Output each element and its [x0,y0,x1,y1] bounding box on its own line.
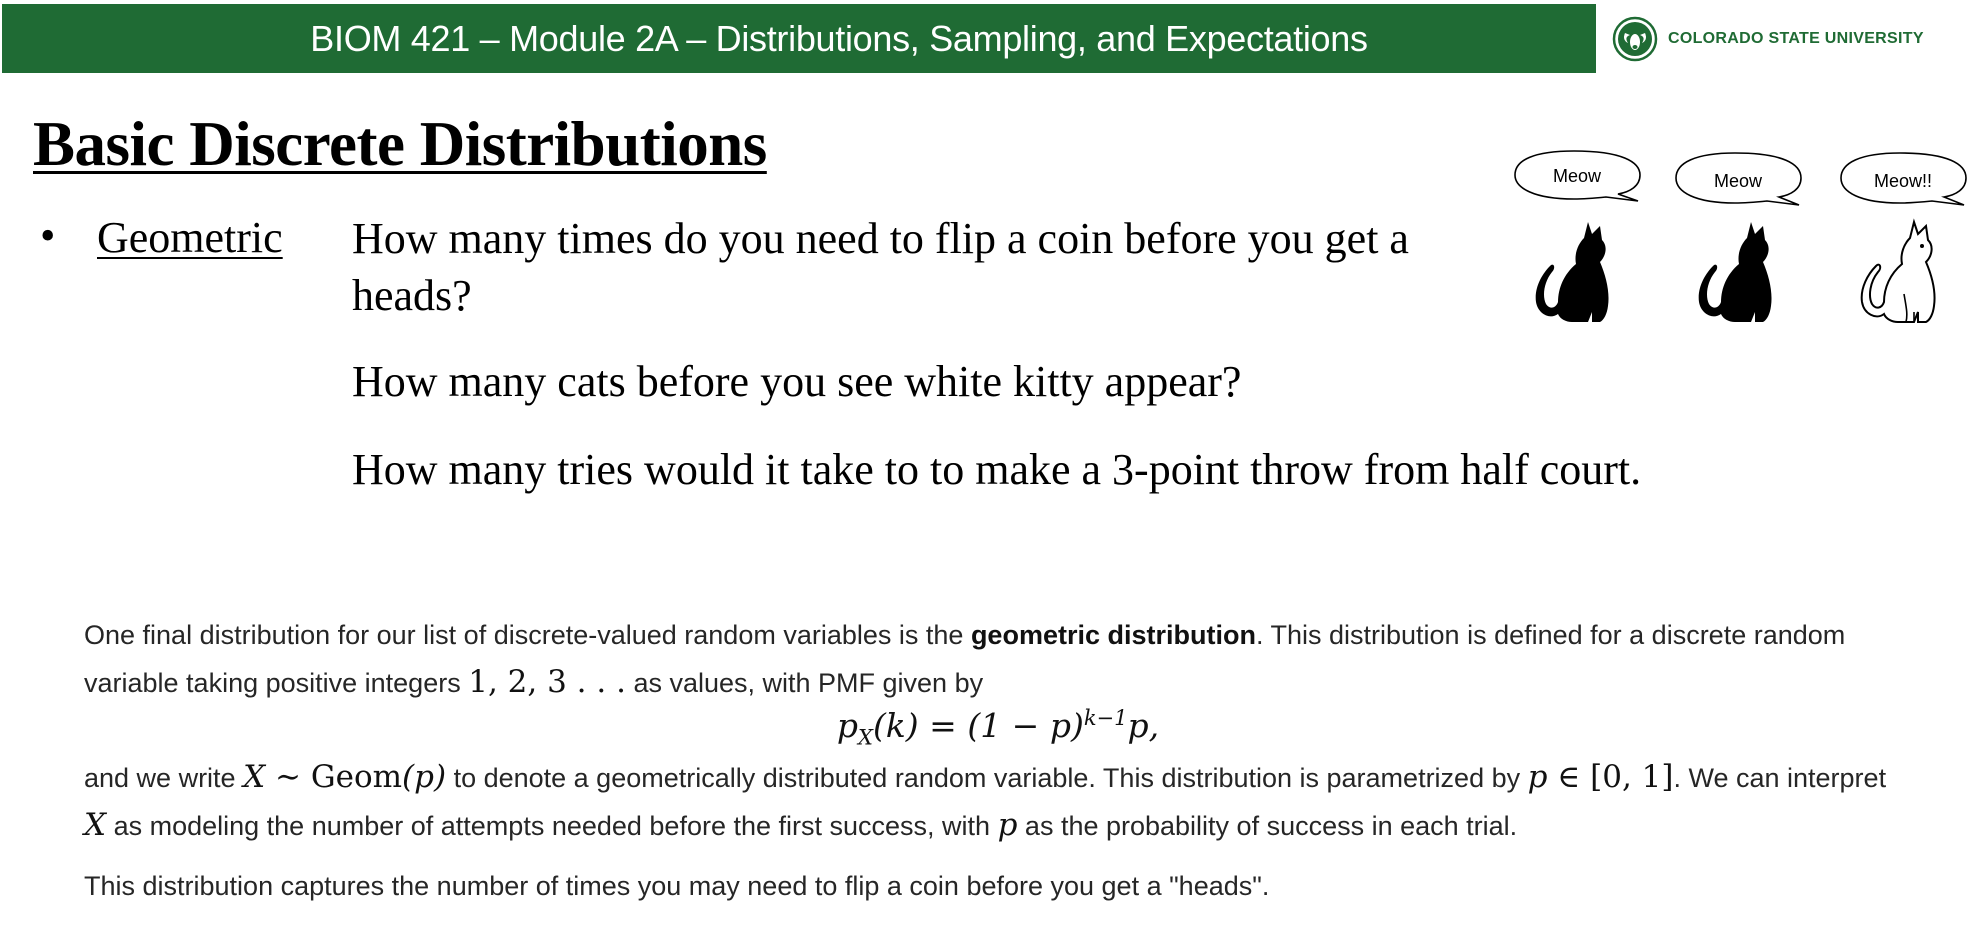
black-cat-icon [1535,222,1609,322]
geometric-label: Geometric [97,213,283,262]
speech-bubble-3: Meow!! [1838,150,1968,210]
text-run: as the probability of success in each tr… [1017,811,1518,841]
text-run: as modeling the number of attempts neede… [106,811,998,841]
math-tilde: ∼ [265,759,311,795]
math-x: X [243,759,266,795]
math-geom-arg: (p) [402,759,447,795]
question-throw: How many tries would it take to to make … [352,445,1642,494]
math-values: 1, 2, 3 . . . [468,664,626,700]
math-p: p [1527,759,1548,795]
bullet-dot: • [40,211,56,260]
speech-text-3: Meow!! [1873,171,1933,191]
black-cat-icon [1698,222,1772,322]
formula-body: (k) = (1 − p) [872,706,1084,745]
speech-text-1: Meow [1552,166,1601,186]
pmf-formula: pX(k) = (1 − p)k−1p, [0,706,1976,750]
csu-logo: COLORADO STATE UNIVERSITY [1612,14,1962,64]
question-cats: How many cats before you see white kitty… [352,357,1242,406]
course-title: BIOM 421 – Module 2A – Distributions, Sa… [310,17,1368,59]
ram-logo-icon [1612,16,1658,62]
speech-text-2: Meow [1713,171,1762,191]
paragraph-summary: This distribution captures the number of… [84,871,1270,901]
speech-bubble-2: Meow [1673,150,1803,210]
slide-title: Basic Discrete Distributions [33,109,767,179]
text-run: and we write [84,763,244,793]
logo-wordmark: COLORADO STATE UNIVERSITY [1668,30,1924,47]
formula-subscript: X [857,725,873,750]
text-run: . We can interpret [1673,763,1887,793]
geometric-distribution-term: geometric distribution [970,620,1256,650]
speech-bubble-1: Meow [1512,148,1642,206]
question-coin: How many times do you need to flip a coi… [352,214,1409,320]
paragraph-definition: One final distribution for our list of d… [84,612,1914,707]
math-geom: Geom [310,759,403,795]
math-x: X [84,807,107,843]
text-run: as values, with PMF given by [625,668,984,698]
math-interval: ∈ [0, 1] [1547,759,1674,795]
formula-symbol: p [836,706,858,745]
math-p: p [997,807,1018,843]
white-cat-icon [1860,218,1936,323]
text-run: to denote a geometrically distributed ra… [446,763,1528,793]
formula-tail: p, [1127,706,1160,745]
course-header-bar: BIOM 421 – Module 2A – Distributions, Sa… [2,4,1596,73]
text-run: One final distribution for our list of d… [84,620,971,650]
formula-exponent: k−1 [1083,706,1128,730]
paragraph-notation: and we write X ∼ Geom(p) to denote a geo… [84,754,1914,850]
